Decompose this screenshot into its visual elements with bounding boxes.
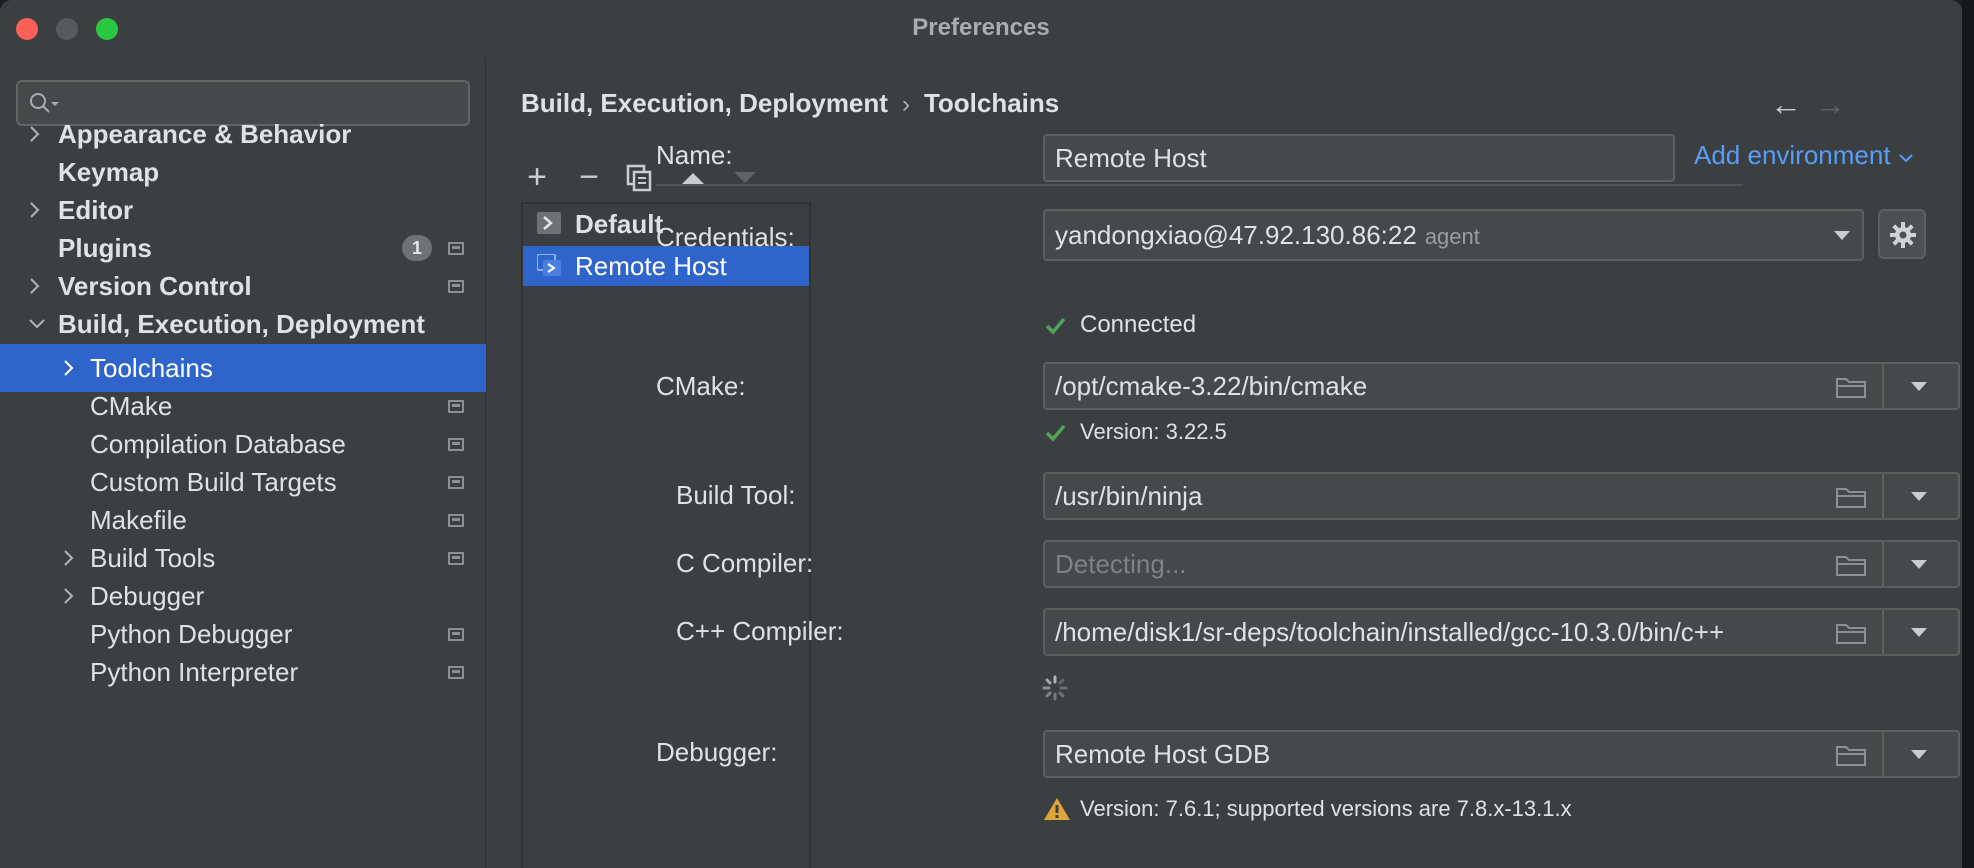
debugger-version-warning: Version: 7.6.1; supported versions are 7… [1080,796,1572,821]
build-tool-label: Build Tool: [676,480,796,510]
chevron-down-icon[interactable] [26,300,46,348]
gear-icon [1890,222,1916,248]
combo-divider [1882,364,1884,408]
forward-arrow-icon[interactable]: → [1814,88,1846,120]
project-settings-icon [448,552,464,565]
project-settings-icon [448,280,464,293]
project-settings-icon [448,476,464,489]
debugger-label: Debugger: [656,737,778,767]
cpp-compiler-combo[interactable]: /home/disk1/sr-deps/toolchain/installed/… [1043,608,1960,656]
build-tool-value: /usr/bin/ninja [1055,481,1203,511]
name-label: Name: [656,140,733,170]
connection-status: Connected [1080,311,1197,338]
credentials-value-wrapper: yandongxiao@47.92.130.86:22 agent [1055,211,1480,261]
folder-icon[interactable] [1836,376,1866,398]
debugger-value: Remote Host GDB [1055,739,1271,769]
dropdown-arrow-icon[interactable] [1911,560,1927,569]
breadcrumb-current: Toolchains [923,88,1060,118]
preferences-window: Preferences Appearance & Behavior Keymap… [0,0,1962,868]
remove-toolchain-button[interactable]: − [571,158,607,198]
credentials-value: yandongxiao@47.92.130.86:22 [1055,220,1417,250]
cpp-compiler-value: /home/disk1/sr-deps/toolchain/installed/… [1055,617,1725,647]
sidebar-item-label: Build, Execution, Deployment [58,309,425,339]
copy-toolchain-button[interactable] [621,158,657,198]
add-environment-label: Add environment [1694,140,1891,170]
toolchain-list: Default Remote Host [521,202,811,868]
title-bar: Preferences [0,0,1962,58]
c-compiler-combo[interactable]: Detecting... [1043,540,1960,588]
folder-icon[interactable] [1836,622,1866,644]
cpp-compiler-label: C++ Compiler: [676,616,844,646]
name-field[interactable]: Remote Host [1043,134,1675,182]
project-settings-icon [448,514,464,527]
combo-divider [1882,542,1884,586]
credentials-label: Credentials: [656,222,795,252]
back-arrow-icon[interactable]: ← [1770,88,1802,120]
add-toolchain-button[interactable]: + [519,158,555,198]
credentials-dropdown[interactable]: yandongxiao@47.92.130.86:22 agent [1043,209,1864,261]
loading-spinner-icon [1042,675,1068,701]
plugins-updates-badge: 1 [402,235,432,261]
cmake-label: CMake: [656,371,746,401]
warning-icon [1044,798,1070,820]
chevron-down-icon [1899,154,1913,163]
folder-icon[interactable] [1836,744,1866,766]
sidebar-item-python-interpreter[interactable]: Python Interpreter [0,648,486,696]
project-settings-icon [448,242,464,255]
cmake-version-status: Version: 3.22.5 [1080,419,1227,444]
combo-divider [1882,610,1884,654]
folder-icon[interactable] [1836,486,1866,508]
form-divider [656,184,1743,186]
success-check-icon [1045,424,1066,442]
copy-icon [626,164,652,192]
toolchain-item-label: Default [575,209,664,239]
remote-terminal-icon [537,254,561,276]
credentials-suffix: agent [1424,224,1480,249]
dropdown-arrow-icon [1834,231,1850,240]
sidebar-item-build-execution-deployment[interactable]: Build, Execution, Deployment [0,300,486,348]
settings-sidebar: Appearance & Behavior Keymap Editor Plug… [0,58,486,868]
combo-divider [1882,732,1884,776]
project-settings-icon [448,400,464,413]
success-check-icon [1045,317,1066,335]
dropdown-arrow-icon[interactable] [1911,492,1927,501]
c-compiler-placeholder: Detecting... [1055,549,1187,579]
credentials-settings-button[interactable] [1878,209,1926,259]
breadcrumb: Build, Execution, Deployment › Toolchains [521,88,1059,119]
desktop-backdrop [1962,0,1974,868]
c-compiler-label: C Compiler: [676,548,814,578]
project-settings-icon [448,628,464,641]
debugger-combo[interactable]: Remote Host GDB [1043,730,1960,778]
dropdown-arrow-icon[interactable] [1911,382,1927,391]
project-settings-icon [448,438,464,451]
cmake-path-combo[interactable]: /opt/cmake-3.22/bin/cmake [1043,362,1960,410]
breadcrumb-separator: › [901,91,910,118]
combo-divider [1882,474,1884,518]
folder-icon[interactable] [1836,554,1866,576]
dropdown-arrow-icon[interactable] [1911,628,1927,637]
project-settings-icon [448,666,464,679]
sidebar-item-label: Python Interpreter [90,657,299,687]
terminal-icon [537,212,561,234]
breadcrumb-parent[interactable]: Build, Execution, Deployment [521,88,888,118]
dropdown-arrow-icon[interactable] [1911,750,1927,759]
cmake-path-value: /opt/cmake-3.22/bin/cmake [1055,371,1368,401]
add-environment-link[interactable]: Add environment [1694,140,1914,171]
settings-content: Build, Execution, Deployment › Toolchains … [487,58,1962,868]
build-tool-combo[interactable]: /usr/bin/ninja [1043,472,1960,520]
window-title: Preferences [912,14,1050,41]
